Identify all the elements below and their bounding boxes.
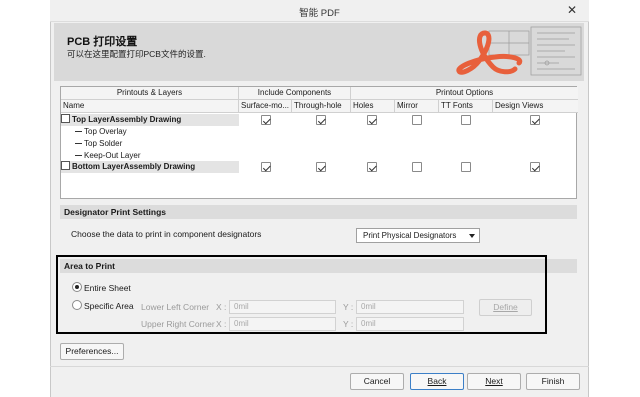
upper-right-y-label: Y :: [343, 319, 354, 329]
specific-area-label[interactable]: Specific Area: [84, 301, 134, 311]
page-title: PCB 打印设置: [67, 36, 138, 48]
layer-row-bottom-assembly[interactable]: Bottom LayerAssembly Drawing: [61, 161, 239, 173]
layer-name: Top LayerAssembly Drawing: [72, 115, 182, 124]
layer-row-top-solder[interactable]: Top Solder: [61, 138, 289, 150]
designator-dropdown-value: Print Physical Designators: [363, 231, 457, 240]
lower-left-x-label: X :: [216, 302, 227, 312]
printouts-grid[interactable]: Printouts & Layers Include Components Pr…: [60, 86, 578, 199]
upper-right-x-input[interactable]: 0mil: [229, 317, 336, 331]
group-header-options: Printout Options: [351, 87, 578, 100]
lower-left-label: Lower Left Corner: [141, 302, 210, 312]
layer-name: Top Overlay: [84, 127, 127, 136]
entire-sheet-radio[interactable]: [72, 282, 82, 292]
entire-sheet-label[interactable]: Entire Sheet: [84, 283, 131, 293]
column-header-through-hole[interactable]: Through-hole: [292, 100, 351, 113]
next-button[interactable]: Next: [467, 373, 521, 390]
checkbox-top-mirror[interactable]: [412, 115, 422, 125]
column-header-surface-mount[interactable]: Surface-mo...: [239, 100, 292, 113]
layer-name: Bottom LayerAssembly Drawing: [72, 162, 196, 171]
upper-right-label: Upper Right Corner: [141, 319, 215, 329]
layer-line-icon: [75, 131, 82, 132]
checkbox-bottom-mirror[interactable]: [412, 162, 422, 172]
document-icon: [61, 114, 70, 123]
column-header-mirror[interactable]: Mirror: [395, 100, 439, 113]
lower-left-y-input[interactable]: 0mil: [356, 300, 464, 314]
designator-dropdown[interactable]: Print Physical Designators: [356, 228, 480, 243]
column-header-name[interactable]: Name: [61, 100, 239, 113]
column-header-tt-fonts[interactable]: TT Fonts: [439, 100, 493, 113]
document-icon: [61, 161, 70, 170]
layer-name: Top Solder: [84, 139, 123, 148]
layer-line-icon: [75, 155, 82, 156]
pdf-logo-icon: [456, 26, 582, 76]
next-button-label: Next: [485, 376, 503, 386]
checkbox-bottom-surface-mount[interactable]: [261, 162, 271, 172]
checkbox-bottom-tt-fonts[interactable]: [461, 162, 471, 172]
checkbox-top-holes[interactable]: [367, 115, 377, 125]
checkbox-top-through-hole[interactable]: [316, 115, 326, 125]
designator-prompt: Choose the data to print in component de…: [71, 229, 262, 239]
footer-divider: [50, 366, 589, 367]
finish-button[interactable]: Finish: [526, 373, 580, 390]
checkbox-top-surface-mount[interactable]: [261, 115, 271, 125]
lower-left-x-input[interactable]: 0mil: [229, 300, 336, 314]
page-subtitle: 可以在这里配置打印PCB文件的设置.: [67, 49, 206, 59]
back-button[interactable]: Back: [410, 373, 464, 390]
cancel-button[interactable]: Cancel: [350, 373, 404, 390]
group-header-printouts: Printouts & Layers: [61, 87, 239, 100]
header-banner: PCB 打印设置 可以在这里配置打印PCB文件的设置.: [54, 23, 584, 81]
define-button-label: Define: [493, 302, 518, 312]
designator-section-header: Designator Print Settings: [60, 205, 577, 219]
checkbox-top-design-views[interactable]: [530, 115, 540, 125]
column-header-holes[interactable]: Holes: [351, 100, 395, 113]
checkbox-bottom-through-hole[interactable]: [316, 162, 326, 172]
close-icon[interactable]: ✕: [567, 3, 577, 17]
checkbox-bottom-design-views[interactable]: [530, 162, 540, 172]
checkbox-top-tt-fonts[interactable]: [461, 115, 471, 125]
column-header-design-views[interactable]: Design Views: [493, 100, 578, 113]
define-button[interactable]: Define: [479, 299, 532, 316]
layer-name: Keep-Out Layer: [84, 151, 141, 160]
layer-row-top-overlay[interactable]: Top Overlay: [61, 126, 289, 138]
chevron-down-icon: [469, 234, 475, 238]
layer-line-icon: [75, 143, 82, 144]
back-button-label: Back: [427, 376, 447, 386]
lower-left-y-label: Y :: [343, 302, 354, 312]
layer-row-top-assembly[interactable]: Top LayerAssembly Drawing: [61, 114, 239, 126]
window-title: 智能 PDF: [299, 8, 340, 19]
preferences-button[interactable]: Preferences...: [60, 343, 124, 360]
group-header-components: Include Components: [239, 87, 351, 100]
upper-right-x-label: X :: [216, 319, 227, 329]
checkbox-bottom-holes[interactable]: [367, 162, 377, 172]
title-bar: 智能 PDF ✕: [50, 0, 589, 22]
specific-area-radio[interactable]: [72, 300, 82, 310]
upper-right-y-input[interactable]: 0mil: [356, 317, 464, 331]
